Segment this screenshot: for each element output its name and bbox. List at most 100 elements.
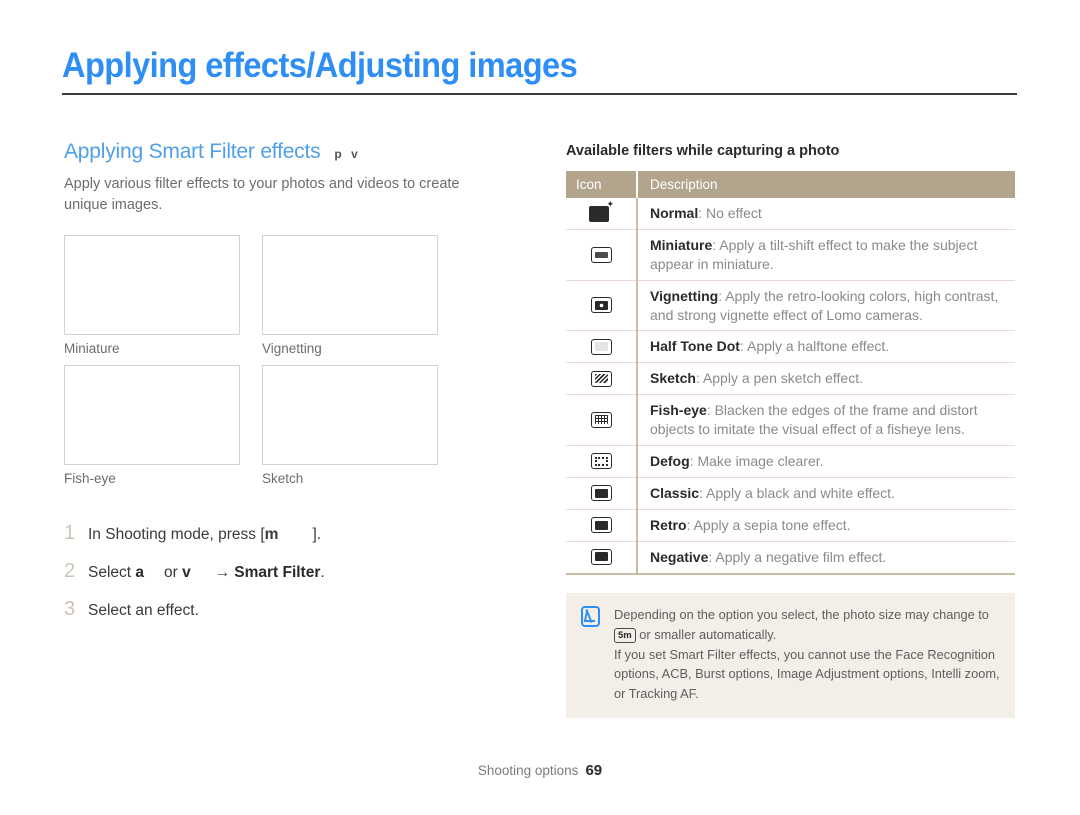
note-paragraph-1: Depending on the option you select, the … [614, 605, 1001, 645]
sample-caption-fisheye: Fish-eye [64, 471, 116, 487]
note-pen-icon [580, 605, 602, 629]
step-2-post: . [320, 564, 325, 582]
step-1-post: ]. [312, 526, 322, 544]
page-footer: Shooting options 69 [0, 762, 1080, 779]
column-header-icon: Icon [566, 171, 637, 198]
sample-cell-miniature: Miniature [64, 235, 242, 356]
video-mode-icon: v [182, 564, 191, 582]
page-title: Applying effects/Adjusting images [62, 46, 578, 85]
filter-icon-cell [566, 477, 637, 510]
filter-icon-cell [566, 362, 637, 396]
table-row: Retro: Apply a sepia tone effect. [566, 509, 1015, 542]
filter-name: Retro [650, 516, 687, 533]
sample-cell-fisheye: Fish-eye [64, 365, 242, 486]
section-intro-text: Apply various filter effects to your pho… [64, 176, 460, 214]
defog-filter-icon [590, 453, 612, 470]
filter-desc: : Apply a sepia tone effect. [686, 516, 851, 533]
filter-desc-cell: Sketch: Apply a pen sketch effect. [636, 362, 1015, 396]
sample-caption-vignetting: Vignetting [262, 341, 322, 357]
sample-image-sketch [262, 365, 438, 466]
step-2-number: 2 [64, 560, 76, 583]
photo-mode-icon: a [135, 564, 145, 582]
normal-filter-icon [589, 200, 614, 223]
filters-table-head: Icon Description [566, 171, 1015, 198]
filter-icon-cell [566, 509, 637, 542]
filter-name: Miniature [650, 236, 713, 253]
filter-desc-cell: Classic: Apply a black and white effect. [636, 477, 1015, 510]
table-row: Negative: Apply a negative film effect. [566, 541, 1015, 575]
sample-image-vignetting [262, 235, 438, 336]
filter-desc-cell: Normal: No effect [636, 198, 1015, 230]
footer-page-number: 69 [585, 762, 603, 779]
table-row: Classic: Apply a black and white effect. [566, 477, 1015, 510]
step-1-text: In Shooting mode, press [m]. [88, 525, 321, 545]
filter-name: Normal [650, 205, 699, 221]
step-3: 3 Select an effect. [64, 598, 534, 621]
filter-name: Defog [650, 453, 690, 470]
table-row: Normal: No effect [566, 198, 1015, 230]
right-column: Available filters while capturing a phot… [566, 143, 1015, 575]
step-2-pre: Select [88, 564, 136, 582]
menu-button-icon: m [264, 526, 279, 544]
section-heading-text: Applying Smart Filter effects [64, 140, 321, 163]
sample-cell-vignetting: Vignetting [262, 235, 440, 356]
filter-desc-cell: Miniature: Apply a tilt-shift effect to … [636, 229, 1015, 281]
instruction-steps: 1 In Shooting mode, press [m]. 2 Select … [64, 522, 534, 621]
table-row: Vignetting: Apply the retro-looking colo… [566, 280, 1015, 332]
filter-name: Sketch [650, 370, 696, 387]
footer-section-label: Shooting options [477, 763, 579, 778]
title-divider [62, 93, 1017, 95]
miniature-filter-icon [590, 246, 612, 263]
column-header-description: Description [636, 171, 1015, 198]
note-text: Depending on the option you select, the … [614, 605, 1001, 704]
arrow-icon: → [214, 564, 231, 582]
filter-icon-cell [566, 330, 637, 364]
filter-desc-cell: Vignetting: Apply the retro-looking colo… [636, 280, 1015, 332]
step-2-text: Select a or v → Smart Filter. [88, 563, 325, 583]
note-paragraph-2: If you set Smart Filter effects, you can… [614, 646, 1000, 702]
filter-desc-cell: Retro: Apply a sepia tone effect. [636, 509, 1015, 542]
photo-size-badge: 5m [614, 627, 636, 643]
sample-cell-sketch: Sketch [262, 365, 440, 486]
filter-desc-cell: Negative: Apply a negative film effect. [636, 541, 1015, 575]
table-row: Miniature: Apply a tilt-shift effect to … [566, 229, 1015, 281]
step-1-number: 1 [64, 522, 76, 545]
filters-table-body: Normal: No effect Miniature: Apply a til… [566, 198, 1015, 575]
vignetting-filter-icon [590, 297, 612, 314]
filter-name: Vignetting [650, 287, 719, 304]
fisheye-filter-icon [590, 411, 612, 428]
sample-caption-miniature: Miniature [64, 341, 120, 357]
filter-icon-cell [566, 394, 637, 447]
sample-image-grid: Miniature Vignetting Fish-eye Sketch [64, 235, 534, 486]
halftone-filter-icon [590, 338, 612, 355]
filter-icon-cell [566, 229, 637, 281]
left-column: Applying Smart Filter effects p v Apply … [64, 140, 534, 636]
filter-icon-cell [566, 280, 637, 332]
step-2: 2 Select a or v → Smart Filter. [64, 560, 534, 583]
filter-desc: : Apply a pen sketch effect. [695, 370, 863, 387]
step-1-pre: In Shooting mode, press [ [88, 526, 265, 544]
sample-image-fisheye [64, 365, 240, 466]
section-heading: Applying Smart Filter effects p v [64, 140, 534, 164]
note-line1-pre: Depending on the option you select, the … [614, 607, 989, 622]
filter-desc-cell: Fish-eye: Blacken the edges of the frame… [636, 394, 1015, 447]
filter-desc: : Make image clearer. [689, 453, 824, 470]
filter-name: Negative [650, 548, 709, 565]
step-1: 1 In Shooting mode, press [m]. [64, 522, 534, 545]
note-box: Depending on the option you select, the … [566, 593, 1015, 719]
retro-filter-icon [590, 517, 612, 533]
sketch-filter-icon [590, 370, 612, 387]
negative-filter-icon [590, 548, 612, 565]
filter-icon-cell [566, 198, 637, 230]
filter-desc: : Apply a negative film effect. [708, 548, 887, 565]
sample-caption-sketch: Sketch [262, 471, 304, 487]
filter-icon-cell [566, 541, 637, 575]
filter-desc-cell: Half Tone Dot: Apply a halftone effect. [636, 330, 1015, 364]
classic-filter-icon [590, 485, 612, 502]
filter-desc: : Apply a black and white effect. [699, 484, 895, 501]
filter-desc: : Apply a halftone effect. [739, 338, 890, 355]
table-caption: Available filters while capturing a phot… [566, 143, 840, 159]
step-3-number: 3 [64, 598, 76, 621]
note-line1-post: or smaller automatically. [635, 626, 777, 642]
filter-name: Fish-eye [650, 402, 707, 419]
